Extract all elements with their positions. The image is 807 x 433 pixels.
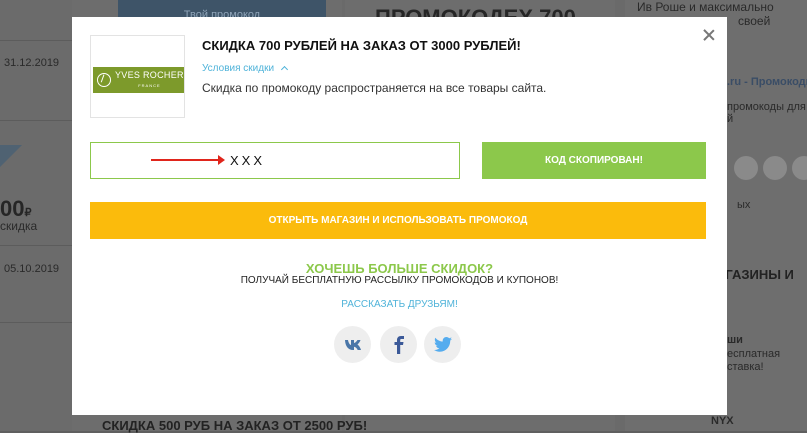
- facebook-icon: [394, 335, 404, 354]
- background-sidebar-text-2: своей: [738, 14, 771, 28]
- logo-wordmark: YVES ROCHER FRANCE: [115, 69, 184, 90]
- background-sidebar-small-2: й: [727, 113, 734, 125]
- promo-code-value: XXX: [230, 153, 266, 168]
- background-sidebar-list-2: есплатная: [727, 348, 781, 360]
- background-amount-value: 00: [0, 196, 25, 221]
- background-sidebar-small-1: промокоды для: [727, 101, 806, 113]
- background-sidebar-link[interactable]: .ru - Промокоды: [727, 76, 807, 88]
- background-divider: [0, 40, 72, 41]
- background-divider: [0, 322, 72, 323]
- background-sidebar-bottom: NYX: [711, 415, 734, 427]
- share-with-friends-link[interactable]: РАССКАЗАТЬ ДРУЗЬЯМ!: [72, 299, 727, 310]
- background-avatar: [763, 156, 787, 180]
- background-date-2: 05.10.2019: [4, 263, 60, 275]
- offer-title: СКИДКА 700 РУБЛЕЙ НА ЗАКАЗ ОТ 3000 РУБЛЕ…: [202, 38, 521, 53]
- red-arrow-annotation: [151, 155, 225, 165]
- background-date-1: 31.12.2019: [4, 57, 60, 69]
- code-copied-button[interactable]: КОД СКОПИРОВАН!: [482, 142, 706, 179]
- background-divider: [0, 120, 72, 121]
- background-avatar: [734, 156, 758, 180]
- leaf-icon: [97, 73, 111, 87]
- logo-text: YVES ROCHER: [115, 69, 184, 80]
- yves-rocher-logo: YVES ROCHER FRANCE: [93, 67, 184, 93]
- background-currency: ₽: [24, 207, 32, 219]
- background-sidebar-text-1: Ив Роше и максимально: [637, 0, 774, 14]
- twitter-icon: [433, 337, 452, 352]
- close-icon[interactable]: [700, 26, 718, 44]
- chevron-up-icon: [281, 65, 289, 74]
- vk-icon: [344, 339, 361, 350]
- vk-share-button[interactable]: [334, 326, 371, 363]
- background-amount-label: скидка: [0, 219, 38, 233]
- background-sidebar-label: ых: [737, 199, 751, 211]
- store-logo-box: YVES ROCHER FRANCE: [90, 35, 185, 118]
- conditions-link[interactable]: Условия скидки: [202, 63, 289, 74]
- facebook-share-button[interactable]: [380, 326, 417, 363]
- background-sidebar-list-1: ши: [727, 334, 743, 346]
- conditions-link-label: Условия скидки: [202, 63, 275, 74]
- logo-subtext: FRANCE: [138, 82, 161, 88]
- offer-description: Скидка по промокоду распространяется на …: [202, 81, 547, 95]
- background-ribbon-corner: [0, 145, 22, 167]
- promo-code-field[interactable]: XXX: [90, 142, 460, 179]
- twitter-share-button[interactable]: [424, 326, 461, 363]
- newsletter-subtext: ПОЛУЧАЙ БЕСПЛАТНУЮ РАССЫЛКУ ПРОМОКОДОВ И…: [240, 275, 559, 286]
- background-sidebar-heading: АГАЗИНЫ И: [716, 267, 794, 282]
- background-sidebar-list-3: ставка!: [727, 361, 764, 373]
- background-divider: [0, 245, 72, 246]
- promo-code-modal: YVES ROCHER FRANCE СКИДКА 700 РУБЛЕЙ НА …: [72, 17, 727, 415]
- more-discounts-heading: ХОЧЕШЬ БОЛЬШЕ СКИДОК?: [305, 261, 494, 276]
- open-shop-button[interactable]: ОТКРЫТЬ МАГАЗИН И ИСПОЛЬЗОВАТЬ ПРОМОКОД: [90, 202, 706, 239]
